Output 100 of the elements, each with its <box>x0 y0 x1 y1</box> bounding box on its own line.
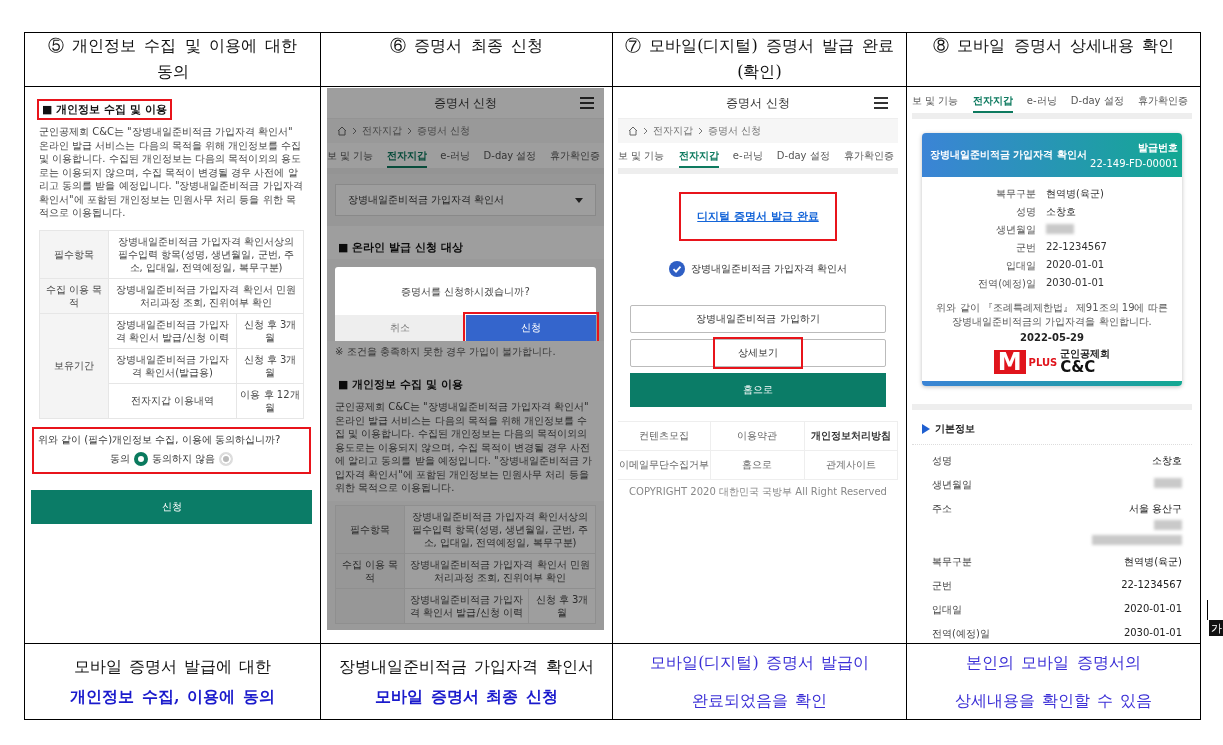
tab[interactable]: 보 및 기능 <box>327 149 374 168</box>
footer-link[interactable]: 이용약관 <box>711 422 805 451</box>
table-cell: 장병내일준비적금 가입자격 확인서 민원 처리과정 조회, 진위여부 확인 <box>404 553 596 588</box>
detail-label: 생년월일 <box>932 478 972 493</box>
tab[interactable]: 보 및 기능 <box>618 149 665 168</box>
page-title: 증명서 신청 <box>726 94 790 112</box>
table-cell: 신청 후 3개월 <box>236 313 304 348</box>
footer-link[interactable]: 컨텐츠모집 <box>618 422 712 451</box>
menu-icon[interactable] <box>874 97 888 109</box>
breadcrumb-item[interactable]: 증명서 신청 <box>708 124 762 138</box>
tab[interactable]: D-day 설정 <box>483 149 537 168</box>
footer-link[interactable]: 관계사이트 <box>804 451 898 480</box>
redacted-value <box>1154 478 1182 489</box>
field-value: 소창호 <box>1046 206 1076 217</box>
statement-text: 위와 같이 『조례특례제한법』 제91조의 19에 따른 장병내일준비적금의 가입자격을 확인합니다. <box>935 301 1169 328</box>
field-value: 현역병(육군) <box>1046 188 1104 199</box>
breadcrumb-item[interactable]: 전자지갑 <box>653 124 693 138</box>
caret-icon <box>575 197 583 203</box>
row-header: 필수항목 <box>39 230 109 278</box>
issue-date: 2022-05-29 <box>1020 332 1084 343</box>
column-header: ⑥ 증명서 최종 신청 <box>390 35 543 57</box>
chevron-icon <box>698 127 703 135</box>
field-label: 군번 <box>1015 241 1036 255</box>
select-field[interactable]: 장병내일준비적금 가입자격 확인서 <box>335 184 596 216</box>
row-header: 수집 이용 목적 <box>335 553 405 588</box>
tab[interactable]: 휴가확인증 <box>843 149 894 168</box>
home-icon <box>337 126 347 136</box>
tab[interactable]: 휴가확인증 <box>1137 94 1188 113</box>
ime-indicator: 가 <box>1209 620 1223 636</box>
redacted-value <box>1046 224 1074 234</box>
body-paragraph: 군인공제회 C&C는 "장병내일준비적금 가입자격 확인서" 온라인 발급 서비스는 다음의 목적을 위해 개인정보를 수집 및 이용합니다. 수집된 개인정보는 다음의 목적이외의 용도로는 이용되지 않으며, 수집 목적이 변경될 경우 사전에 알리고 동의를 받을 예정입니다. "장병내일준비적금 가입자격 확인서"에 포함된 개인정보는 민원사무 처리 등을 위한 목적으로 이용됩니다. <box>327 396 604 501</box>
footer-link[interactable]: 홈으로 <box>711 451 805 480</box>
logo-tagline: PLUS <box>1028 356 1058 368</box>
issue-number-label: 발급번호 <box>1138 141 1178 155</box>
logo-mark: M <box>993 350 1026 375</box>
menu-icon[interactable] <box>580 97 594 109</box>
tab[interactable]: 전자지갑 <box>678 149 719 168</box>
tab[interactable]: D-day 설정 <box>1070 94 1124 113</box>
home-icon <box>628 126 638 136</box>
detail-value: 22-1234567 <box>1121 579 1182 591</box>
table-cell: 장병내일준비적금 가입자격 확인서상의 필수입력 항목(성명, 생년월일, 군번, 주소, 입대일, 전역예정일, 복무구분) <box>108 230 304 278</box>
field-value: 2020-01-01 <box>1046 259 1105 270</box>
radio-button[interactable] <box>133 451 148 466</box>
action-button[interactable]: 상세보기 <box>630 339 886 367</box>
detail-value: 2020-01-01 <box>1123 603 1182 615</box>
column-header: ⑧ 모바일 증명서 상세내용 확인 <box>933 35 1174 57</box>
action-button[interactable]: 홈으로 <box>630 373 886 407</box>
breadcrumb-item[interactable]: 전자지갑 <box>362 124 402 138</box>
detail-label: 복무구분 <box>932 555 972 570</box>
certificate-title: 장병내일준비적금 가입자격 확인서 <box>930 148 1087 162</box>
row-header: 보유기간 <box>39 313 109 418</box>
redacted-value <box>1154 520 1182 531</box>
confirm-button[interactable]: 신청 <box>465 315 596 341</box>
caption-line: 장병내일준비적금 가입자격 확인서 <box>339 655 594 678</box>
detail-label: 군번 <box>932 579 952 594</box>
table-cell: 이용 후 12개월 <box>236 383 304 418</box>
tab[interactable]: e-러닝 <box>440 149 471 168</box>
detail-label: 성명 <box>932 454 952 469</box>
footer-link[interactable]: 개인정보처리방침 <box>804 422 898 451</box>
field-label: 복무구분 <box>995 187 1036 201</box>
notice-text: ※ 조건을 충족하지 못한 경우 가입이 불가합니다. <box>327 341 604 363</box>
caption-line: 개인정보 수집, 이용에 동의 <box>70 685 275 708</box>
table-cell: 장병내일준비적금 가입자격 확인서상의 필수입력 항목(성명, 생년월일, 군번, 주소, 입대일, 전역예정일, 복무구분) <box>404 505 596 553</box>
tab[interactable]: 전자지갑 <box>972 94 1013 113</box>
action-button[interactable]: 장병내일준비적금 가입하기 <box>630 305 886 333</box>
field-label: 전역(예정)일 <box>977 277 1036 291</box>
detail-value: 소창호 <box>1152 454 1182 469</box>
detail-value: 현역병(육군) <box>1124 555 1182 570</box>
text-cursor <box>1207 600 1208 620</box>
tab[interactable]: 휴가확인증 <box>549 149 600 168</box>
detail-label: 전역(예정)일 <box>932 627 990 642</box>
table-cell: 장병내일준비적금 가입자격 확인서 발급/신청 이력 <box>404 588 529 623</box>
table-cell: 신청 후 3개월 <box>528 588 596 623</box>
table-cell: 장병내일준비적금 가입자격 확인서(발급용) <box>108 348 237 383</box>
breadcrumb-item[interactable]: 증명서 신청 <box>417 124 471 138</box>
tab[interactable]: e-러닝 <box>1026 94 1057 113</box>
field-value: 22-1234567 <box>1046 241 1107 252</box>
consent-question: 위와 같이 (필수)개인정보 수집, 이용에 동의하십니까? <box>38 432 282 447</box>
section-title: 기본정보 <box>935 422 975 437</box>
tab[interactable]: e-러닝 <box>732 149 763 168</box>
column-header: ⑤ 개인정보 수집 및 이용에 대한 동의 <box>47 35 298 83</box>
field-label: 성명 <box>1015 205 1036 219</box>
detail-value: 서울 용산구 <box>1128 502 1182 517</box>
chevron-icon <box>407 127 412 135</box>
page-title: 증명서 신청 <box>433 94 498 112</box>
issue-number: 22-149-FD-00001 <box>1090 158 1178 169</box>
tab[interactable]: D-day 설정 <box>776 149 830 168</box>
dialog-message: 증명서를 신청하시겠습니까? <box>400 285 531 299</box>
action-button[interactable]: 신청 <box>31 489 312 524</box>
certificate-name: 장병내일준비적금 가입자격 확인서 <box>690 262 848 276</box>
copyright-text: COPYRIGHT 2020 대한민국 국방부 All Right Reserved <box>628 485 888 499</box>
footer-link[interactable]: 이메일무단수집거부 <box>618 451 712 480</box>
completion-link[interactable]: 디지털 증명서 발급 완료 <box>697 210 819 223</box>
chevron-icon <box>352 127 357 135</box>
triangle-icon <box>922 424 930 435</box>
chevron-icon <box>643 127 648 135</box>
detail-label: 입대일 <box>932 603 962 618</box>
tab[interactable]: 전자지갑 <box>386 149 427 168</box>
tab[interactable]: 보 및 기능 <box>912 94 959 113</box>
cancel-button[interactable]: 취소 <box>335 315 466 341</box>
